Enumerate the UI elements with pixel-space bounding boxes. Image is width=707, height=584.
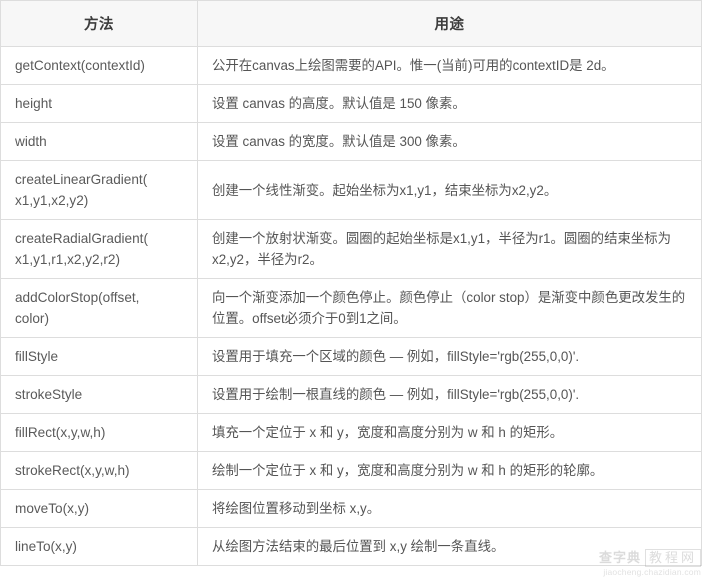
table-body: getContext(contextId) 公开在canvas上绘图需要的API… [0,46,702,566]
cell-method: moveTo(x,y) [0,489,198,528]
cell-use: 从绘图方法结束的最后位置到 x,y 绘制一条直线。 [197,527,702,566]
table-row: moveTo(x,y) 将绘图位置移动到坐标 x,y。 [0,489,702,528]
cell-method: height [0,84,198,123]
cell-method: width [0,122,198,161]
table-row: strokeRect(x,y,w,h) 绘制一个定位于 x 和 y，宽度和高度分… [0,451,702,490]
table-header: 方法 用途 [0,0,702,47]
cell-use: 设置用于绘制一根直线的颜色 — 例如，fillStyle='rgb(255,0,… [197,375,702,414]
table-row: height 设置 canvas 的高度。默认值是 150 像素。 [0,84,702,123]
cell-use: 设置 canvas 的高度。默认值是 150 像素。 [197,84,702,123]
column-header-use: 用途 [197,0,702,47]
cell-use: 填充一个定位于 x 和 y，宽度和高度分别为 w 和 h 的矩形。 [197,413,702,452]
cell-use: 设置 canvas 的宽度。默认值是 300 像素。 [197,122,702,161]
cell-method: createLinearGradient( x1,y1,x2,y2) [0,160,198,220]
cell-method: lineTo(x,y) [0,527,198,566]
watermark-url: jiaocheng.chazidian.com [603,567,701,577]
table-row: strokeStyle 设置用于绘制一根直线的颜色 — 例如，fillStyle… [0,375,702,414]
cell-use: 创建一个线性渐变。起始坐标为x1,y1，结束坐标为x2,y2。 [197,160,702,220]
cell-method: addColorStop(offset, color) [0,278,198,338]
cell-method: strokeRect(x,y,w,h) [0,451,198,490]
table-row: fillRect(x,y,w,h) 填充一个定位于 x 和 y，宽度和高度分别为… [0,413,702,452]
cell-use: 公开在canvas上绘图需要的API。惟一(当前)可用的contextID是 2… [197,46,702,85]
table-header-row: 方法 用途 [0,0,702,47]
canvas-api-table: 方法 用途 getContext(contextId) 公开在canvas上绘图… [0,0,702,566]
table-row: fillStyle 设置用于填充一个区域的颜色 — 例如，fillStyle='… [0,337,702,376]
table-row: lineTo(x,y) 从绘图方法结束的最后位置到 x,y 绘制一条直线。 [0,527,702,566]
table-row: createLinearGradient( x1,y1,x2,y2) 创建一个线… [0,160,702,220]
cell-use: 向一个渐变添加一个颜色停止。颜色停止（color stop）是渐变中颜色更改发生… [197,278,702,338]
cell-use: 设置用于填充一个区域的颜色 — 例如，fillStyle='rgb(255,0,… [197,337,702,376]
table-row: width 设置 canvas 的宽度。默认值是 300 像素。 [0,122,702,161]
table-row: addColorStop(offset, color) 向一个渐变添加一个颜色停… [0,278,702,338]
cell-method: createRadialGradient( x1,y1,r1,x2,y2,r2) [0,219,198,279]
table-row: getContext(contextId) 公开在canvas上绘图需要的API… [0,46,702,85]
cell-method: fillStyle [0,337,198,376]
cell-use: 创建一个放射状渐变。圆圈的起始坐标是x1,y1，半径为r1。圆圈的结束坐标为x2… [197,219,702,279]
table-row: createRadialGradient( x1,y1,r1,x2,y2,r2)… [0,219,702,279]
cell-use: 将绘图位置移动到坐标 x,y。 [197,489,702,528]
canvas-api-table-page: 方法 用途 getContext(contextId) 公开在canvas上绘图… [0,0,707,584]
cell-use: 绘制一个定位于 x 和 y，宽度和高度分别为 w 和 h 的矩形的轮廓。 [197,451,702,490]
cell-method: getContext(contextId) [0,46,198,85]
cell-method: strokeStyle [0,375,198,414]
column-header-method: 方法 [0,0,198,47]
cell-method: fillRect(x,y,w,h) [0,413,198,452]
